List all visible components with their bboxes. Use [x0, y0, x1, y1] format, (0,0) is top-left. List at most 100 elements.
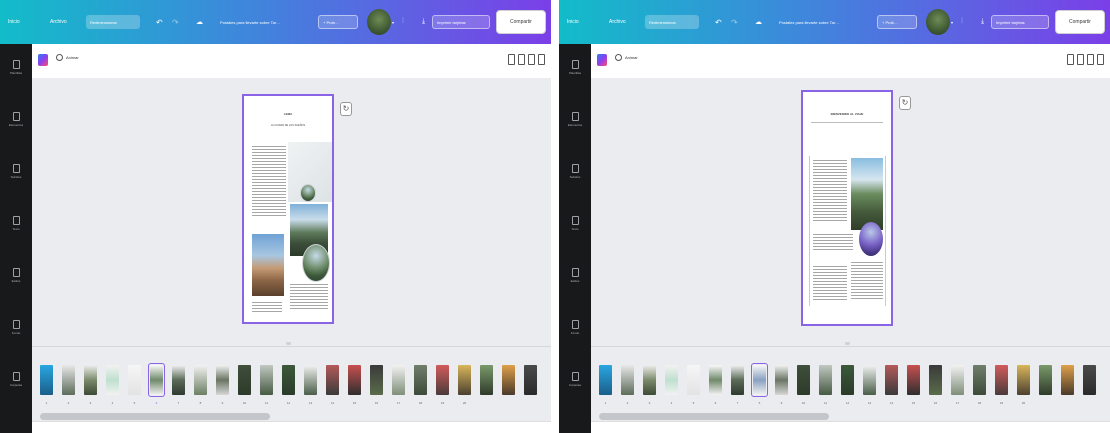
page-thumbnail[interactable] — [194, 365, 207, 395]
download-icon[interactable]: ⤓ — [981, 0, 984, 44]
trash-icon[interactable] — [1097, 54, 1104, 65]
undo-icon[interactable]: ↶ — [715, 0, 722, 44]
link-icon[interactable] — [518, 54, 525, 65]
document-title[interactable]: Postales para llevarte sobre Tar… — [779, 0, 839, 44]
chevron-down-icon[interactable]: ▾ — [392, 0, 394, 44]
round-photo[interactable] — [302, 244, 330, 282]
stats-icon[interactable]: ⫶ — [961, 0, 963, 44]
page-thumbnail[interactable] — [731, 365, 744, 395]
trash-icon[interactable] — [538, 54, 545, 65]
page-thumbnail[interactable] — [863, 365, 876, 395]
link-icon[interactable] — [1077, 54, 1084, 65]
animate-button[interactable]: Animar — [615, 54, 638, 61]
page-thumbnail[interactable] — [885, 365, 898, 395]
page-thumbnail[interactable] — [172, 365, 185, 395]
sidebar-item-text[interactable]: Texto — [0, 208, 32, 238]
page-thumbnail[interactable] — [973, 365, 986, 395]
position-icon[interactable] — [1067, 54, 1074, 65]
plan-button[interactable]: + Prob… — [877, 15, 917, 29]
resize-handle[interactable] — [286, 342, 291, 345]
page-thumbnail[interactable] — [929, 365, 942, 395]
page-thumbnail[interactable] — [370, 365, 383, 395]
sidebar-item-uploads[interactable]: Subidos — [559, 156, 591, 186]
page-thumbnail[interactable] — [502, 365, 515, 395]
page-thumbnail[interactable] — [326, 365, 339, 395]
page-thumbnail[interactable] — [282, 365, 295, 395]
sidebar-item-styles[interactable]: Estilos — [559, 260, 591, 290]
round-photo[interactable] — [859, 222, 883, 256]
sidebar-item-folders[interactable]: Carpetas — [559, 364, 591, 394]
redo-icon[interactable]: ↷ — [172, 0, 179, 44]
page-card[interactable]: LEMA LA CIUDAD DE LOS SUEÑOS — [242, 94, 334, 324]
page-thumbnail[interactable] — [599, 365, 612, 395]
lock-icon[interactable] — [1087, 54, 1094, 65]
resize-button[interactable]: Redimensionar — [86, 15, 140, 29]
page-thumbnail[interactable] — [841, 365, 854, 395]
page-thumbnail[interactable] — [1017, 365, 1030, 395]
page-card[interactable]: BIENVENIDO AL VIAJE — [801, 90, 893, 326]
color-picker-icon[interactable] — [38, 54, 48, 66]
page-thumbnail[interactable] — [524, 365, 537, 395]
page-thumbnail[interactable] — [40, 365, 53, 395]
chevron-down-icon[interactable]: ▾ — [951, 0, 953, 44]
page-thumbnail[interactable] — [106, 365, 119, 395]
plan-button[interactable]: + Prob… — [318, 15, 358, 29]
sidebar-item-background[interactable]: Fondo — [559, 312, 591, 342]
page-thumbnail[interactable] — [392, 365, 405, 395]
animate-button[interactable]: Animar — [56, 54, 79, 61]
page-thumbnail[interactable] — [436, 365, 449, 395]
page-thumbnail[interactable] — [819, 365, 832, 395]
page-thumbnail[interactable] — [665, 365, 678, 395]
file-menu[interactable]: Archivo — [609, 0, 626, 44]
page-thumbnail[interactable] — [621, 365, 634, 395]
sidebar-item-elements[interactable]: Elementos — [0, 104, 32, 134]
resize-handle[interactable] — [845, 342, 850, 345]
page-thumbnail[interactable] — [238, 365, 251, 395]
sidebar-item-uploads[interactable]: Subidos — [0, 156, 32, 186]
page-thumbnail[interactable] — [304, 365, 317, 395]
color-picker-icon[interactable] — [597, 54, 607, 66]
horizontal-scrollbar[interactable] — [599, 413, 829, 420]
page-thumbnail[interactable] — [128, 365, 141, 395]
page-thumbnail[interactable] — [260, 365, 273, 395]
page-thumbnail[interactable] — [1061, 365, 1074, 395]
share-button[interactable]: Compartir — [496, 10, 546, 34]
page-thumbnail[interactable] — [1083, 365, 1096, 395]
redo-icon[interactable]: ↷ — [731, 0, 738, 44]
sidebar-item-templates[interactable]: Plantillas — [0, 52, 32, 82]
city-photo[interactable] — [252, 234, 284, 296]
share-button[interactable]: Compartir — [1055, 10, 1105, 34]
print-button[interactable]: Imprimir tarjetas — [432, 15, 490, 29]
home-button[interactable]: Inicio — [567, 0, 579, 44]
page-thumbnail[interactable] — [775, 365, 788, 395]
page-thumbnail[interactable] — [458, 365, 471, 395]
page-thumbnail[interactable] — [709, 365, 722, 395]
sidebar-item-elements[interactable]: Elementos — [559, 104, 591, 134]
page-thumbnail[interactable] — [951, 365, 964, 395]
page-thumbnail[interactable] — [216, 365, 229, 395]
page-thumbnail[interactable] — [797, 365, 810, 395]
sidebar-item-templates[interactable]: Plantillas — [559, 52, 591, 82]
rotate-icon[interactable]: ↻ — [899, 96, 911, 110]
page-thumbnail[interactable] — [907, 365, 920, 395]
stats-icon[interactable]: ⫶ — [402, 0, 404, 44]
avatar[interactable] — [367, 9, 391, 35]
page-thumbnail[interactable] — [348, 365, 361, 395]
sidebar-item-styles[interactable]: Estilos — [0, 260, 32, 290]
sidebar-item-text[interactable]: Texto — [559, 208, 591, 238]
sidebar-item-background[interactable]: Fondo — [0, 312, 32, 342]
rotate-icon[interactable]: ↻ — [340, 102, 352, 116]
page-thumbnail[interactable] — [643, 365, 656, 395]
page-thumbnail[interactable] — [62, 365, 75, 395]
home-button[interactable]: Inicio — [8, 0, 20, 44]
position-icon[interactable] — [508, 54, 515, 65]
document-title[interactable]: Postales para llevarte sobre Tar… — [220, 0, 280, 44]
page-thumbnail[interactable] — [995, 365, 1008, 395]
page-thumbnail[interactable] — [84, 365, 97, 395]
page-thumbnail-active[interactable] — [751, 363, 768, 397]
page-thumbnail[interactable] — [414, 365, 427, 395]
page-thumbnail[interactable] — [1039, 365, 1052, 395]
lock-icon[interactable] — [528, 54, 535, 65]
page-thumbnail[interactable] — [687, 365, 700, 395]
page-thumbnail-active[interactable] — [148, 363, 165, 397]
